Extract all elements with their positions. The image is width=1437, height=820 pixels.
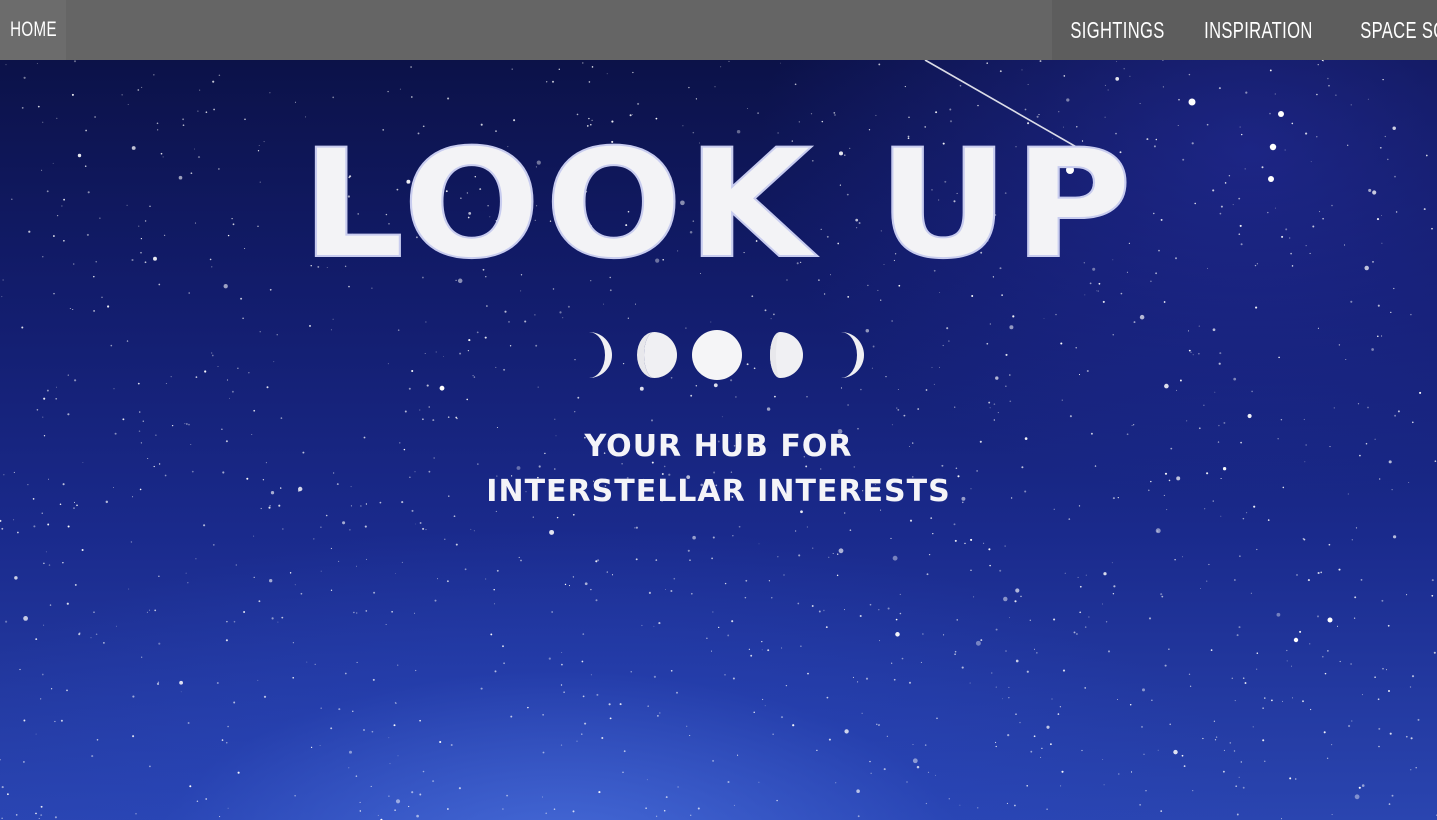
- moon-phases: [565, 328, 875, 388]
- tagline-line-2: INTERSTELLAR INTERESTS: [486, 474, 951, 509]
- nav-link-sightings-label: SIGHTINGS: [1070, 16, 1165, 43]
- waxing-gibbous-moon-icon: [637, 332, 677, 378]
- waxing-crescent-moon-icon: [589, 332, 612, 378]
- nav-link-sightings[interactable]: SIGHTINGS: [1052, 17, 1183, 44]
- waning-gibbous-moon-icon: [770, 332, 803, 378]
- nav-link-space-sounds[interactable]: SPACE SOUNDS: [1334, 17, 1437, 44]
- hero-tagline: YOUR HUB FOR INTERSTELLAR INTERESTS: [0, 424, 1437, 514]
- tagline-line-1: YOUR HUB FOR: [584, 429, 853, 464]
- top-nav-bar: HOME SIGHTINGS INSPIRATION SPACE SOUNDS: [0, 0, 1437, 60]
- nav-link-space-sounds-label: SPACE SOUNDS: [1359, 16, 1437, 43]
- nav-link-inspiration-label: INSPIRATION: [1204, 16, 1313, 43]
- hero-sky-background: HOME SIGHTINGS INSPIRATION SPACE SOUNDS …: [0, 0, 1437, 820]
- hero-title: LOOK UP: [0, 118, 1437, 292]
- nav-home-label: HOME: [9, 18, 57, 41]
- nav-link-inspiration[interactable]: INSPIRATION: [1183, 17, 1334, 44]
- nav-right-group: SIGHTINGS INSPIRATION SPACE SOUNDS: [1052, 0, 1437, 60]
- waning-crescent-moon-icon: [841, 332, 864, 378]
- full-moon-icon: [692, 330, 742, 380]
- hero-title-text: LOOK UP: [300, 118, 1137, 292]
- nav-home-link[interactable]: HOME: [0, 0, 66, 60]
